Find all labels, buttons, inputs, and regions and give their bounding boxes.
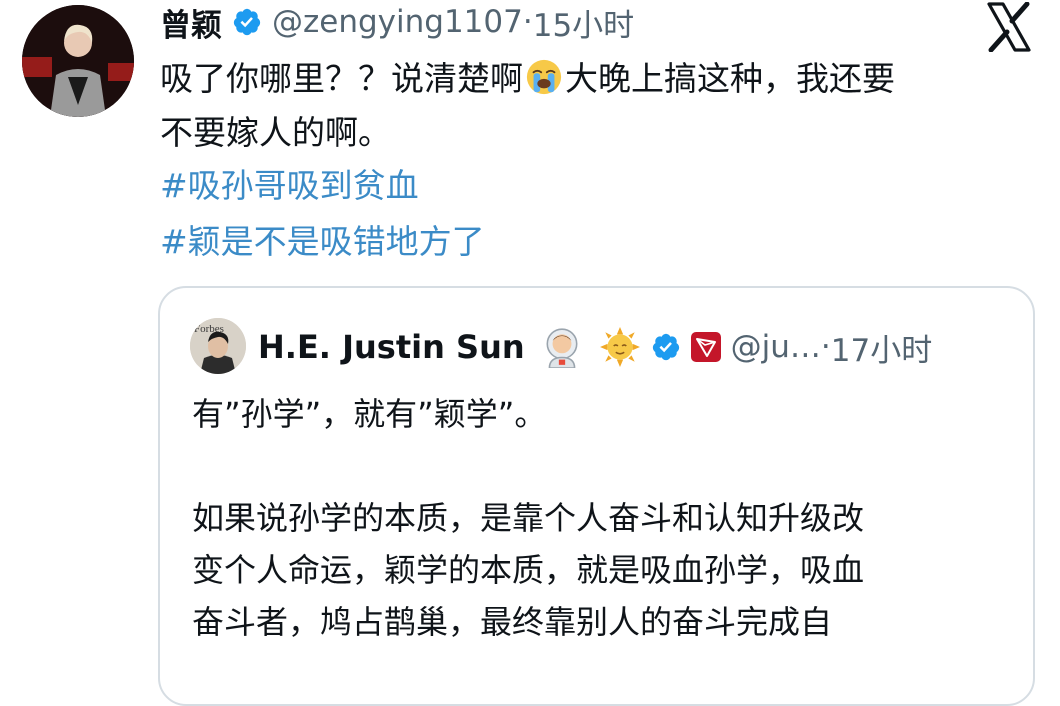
- quoted-tweet-header: H.E. Justin Sun @ju… · 17小时: [258, 322, 932, 372]
- author-handle[interactable]: @zengying1107: [272, 4, 523, 40]
- quoted-text-line: 奋斗者，鸠占鹊巢，最终靠别人的奋斗完成自: [192, 603, 833, 641]
- tweet-text-segment-1: 吸了你哪里？？说清楚啊: [160, 59, 523, 98]
- quoted-tweet-time[interactable]: 17小时: [831, 325, 932, 370]
- hashtag-link[interactable]: #吸孙哥吸到贫血: [160, 158, 485, 214]
- author-name[interactable]: 曾颖: [160, 0, 222, 45]
- tweet-text-line-1: 吸了你哪里？？说清楚啊 大晚上搞这种，我还要: [160, 52, 1030, 106]
- quoted-text-line: 如果说孙学的本质，是靠个人奋斗和认知升级改: [192, 499, 865, 537]
- author-avatar[interactable]: [22, 5, 134, 117]
- hashtag-link[interactable]: #颖是不是吸错地方了: [160, 214, 485, 270]
- quoted-author-name[interactable]: H.E. Justin Sun: [258, 328, 525, 366]
- tweet-text-line-2: 不要嫁人的啊。: [160, 113, 391, 152]
- tweet-text: 吸了你哪里？？说清楚啊 大晚上搞这种，我还要 不要嫁人的啊。: [160, 52, 1030, 160]
- quoted-text-line: 变个人命运，颖学的本质，就是吸血孙学，吸血: [192, 551, 865, 589]
- quoted-tweet-text: 有”孙学”，就有”颖学”。 如果说孙学的本质，是靠个人奋斗和认知升级改 变个人命…: [192, 388, 1012, 648]
- separator-dot: ·: [820, 329, 831, 365]
- verified-badge-icon: [233, 8, 261, 36]
- tron-logo-icon: [690, 332, 721, 362]
- separator-dot: ·: [522, 4, 533, 40]
- loudly-crying-face-icon: [526, 59, 562, 95]
- quoted-author-avatar[interactable]: Forbes: [190, 318, 246, 374]
- tweet-header: 曾颖 @zengying1107 · 15小时: [160, 0, 634, 44]
- hashtag-list: #吸孙哥吸到贫血 #颖是不是吸错地方了: [160, 158, 485, 270]
- tweet-card: 曾颖 @zengying1107 · 15小时 吸了你哪里？？说清楚啊 大晚上搞…: [0, 0, 1060, 706]
- quoted-text-line: 有”孙学”，就有”颖学”。: [192, 395, 547, 433]
- quoted-author-handle[interactable]: @ju…: [731, 329, 821, 365]
- tweet-time[interactable]: 15小时: [533, 0, 634, 45]
- tweet-text-segment-2: 大晚上搞这种，我还要: [565, 59, 895, 98]
- x-logo-icon: [987, 2, 1031, 52]
- verified-badge-icon: [652, 333, 679, 361]
- astronaut-icon: [546, 328, 578, 368]
- sun-with-face-icon: [599, 327, 640, 367]
- quoted-tweet[interactable]: Forbes H.E. Justin Sun @ju… · 17小时 有”孙学”…: [158, 286, 1035, 706]
